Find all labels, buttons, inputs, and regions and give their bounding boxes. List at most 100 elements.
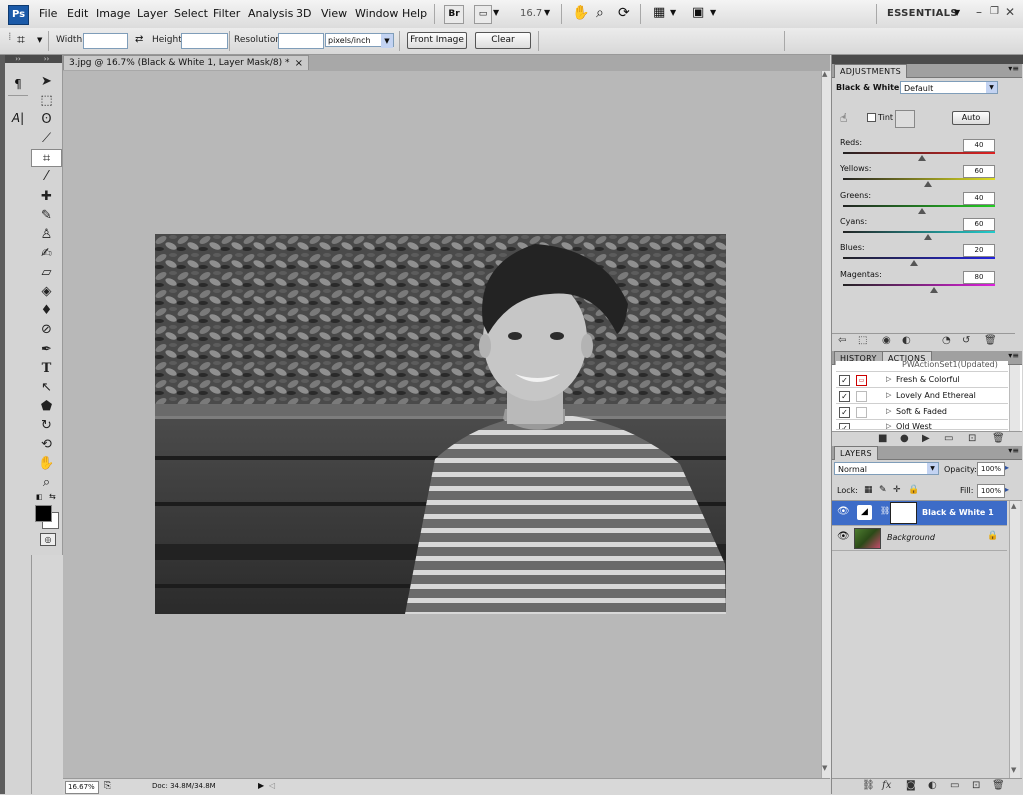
scroll-down-icon[interactable]: ▼: [1011, 766, 1016, 774]
lock-transparency-icon[interactable]: ▦: [864, 485, 873, 495]
status-zoom-field[interactable]: 16.67%: [65, 781, 99, 794]
dialog-toggle-empty[interactable]: [856, 407, 867, 418]
visibility-icon[interactable]: ◐: [902, 335, 911, 346]
menu-3d[interactable]: 3D: [296, 7, 311, 20]
tab-layers[interactable]: LAYERS: [834, 446, 878, 460]
width-input[interactable]: [83, 33, 128, 49]
slider-track[interactable]: [843, 178, 995, 181]
layer-name[interactable]: Black & White 1: [922, 508, 994, 517]
chevron-down-icon[interactable]: ▼: [544, 8, 550, 17]
reset-icon[interactable]: ↺: [962, 335, 970, 346]
quick-mask-icon[interactable]: ◎: [40, 533, 56, 546]
link-icon[interactable]: ⛓: [880, 506, 890, 515]
panel-menu-icon[interactable]: ▾≡: [1008, 64, 1019, 73]
panel-menu-icon[interactable]: ▾≡: [1008, 351, 1019, 360]
chevron-down-icon[interactable]: ▼: [381, 34, 393, 48]
chevron-down-icon[interactable]: ▼: [954, 8, 960, 17]
dodge-tool-icon[interactable]: ⊘: [31, 321, 62, 339]
close-tab-icon[interactable]: ×: [295, 56, 303, 71]
paragraph-panel-icon[interactable]: ¶: [5, 77, 31, 91]
action-toggle-check[interactable]: ✓: [839, 391, 850, 402]
canvas-vertical-scrollbar[interactable]: ▲ ▼: [821, 70, 831, 778]
zoom-level[interactable]: 16.7: [520, 8, 542, 19]
eye-icon[interactable]: 👁: [837, 506, 850, 517]
lock-pixels-icon[interactable]: ✎: [879, 485, 887, 495]
layers-scrollbar[interactable]: ▲ ▼: [1009, 501, 1020, 779]
action-item[interactable]: ✓ ▷ Lovely And Ethereal: [836, 388, 1008, 404]
scroll-up-icon[interactable]: ▲: [822, 70, 827, 78]
quick-selection-tool-icon[interactable]: ⟋: [31, 130, 62, 148]
layer-name[interactable]: Background: [887, 533, 935, 542]
new-action-icon[interactable]: ⊡: [968, 433, 976, 444]
panel-menu-icon[interactable]: ▾≡: [1008, 446, 1019, 455]
chevron-down-icon[interactable]: ▼: [493, 8, 499, 17]
dialog-toggle-empty[interactable]: [856, 391, 867, 402]
character-panel-icon[interactable]: A|: [5, 111, 31, 125]
document-tab[interactable]: 3.jpg @ 16.7% (Black & White 1, Layer Ma…: [63, 55, 309, 70]
menu-edit[interactable]: Edit: [67, 7, 88, 20]
layer-mask-thumbnail[interactable]: [890, 502, 917, 524]
swap-dimensions-icon[interactable]: ⇄: [135, 34, 143, 45]
chevron-right-icon[interactable]: ▸: [1005, 463, 1009, 472]
screen-mode-icon[interactable]: ▭: [474, 5, 492, 24]
chevron-down-icon[interactable]: ▼: [670, 8, 676, 17]
actions-scrollbar[interactable]: [1009, 365, 1020, 431]
action-item[interactable]: ✓ ▷ Old West: [836, 420, 1008, 430]
chevron-down-icon[interactable]: ▼: [927, 463, 938, 474]
status-doc-icon[interactable]: ⎘: [104, 781, 111, 791]
slider-track[interactable]: [843, 230, 995, 233]
blend-mode-select[interactable]: Normal ▼: [834, 462, 939, 475]
auto-button[interactable]: Auto: [952, 111, 990, 125]
slider-track[interactable]: [843, 283, 995, 286]
expand-icon[interactable]: ▷: [886, 388, 891, 403]
opacity-field[interactable]: 100%: [977, 462, 1005, 476]
stop-icon[interactable]: ■: [878, 433, 887, 444]
shape-tool-icon[interactable]: ⬟: [31, 398, 62, 416]
tools-panel-header[interactable]: ››: [31, 55, 62, 63]
crop-tool-icon[interactable]: ⌗: [17, 32, 25, 48]
pen-tool-icon[interactable]: ✒: [31, 341, 62, 359]
chevron-down-icon[interactable]: ▼: [37, 36, 42, 44]
panel-strip-header[interactable]: ››: [5, 55, 31, 63]
tint-checkbox[interactable]: [867, 113, 876, 122]
3d-orbit-tool-icon[interactable]: ⟲: [31, 436, 62, 454]
link-layers-icon[interactable]: ⛓: [862, 780, 875, 791]
layer-row-background[interactable]: 👁 Background 🔒: [832, 526, 1007, 551]
new-layer-icon[interactable]: ⊡: [972, 780, 980, 791]
document-image[interactable]: [155, 234, 726, 614]
crop-tool-icon[interactable]: ⌗: [31, 149, 62, 167]
paint-bucket-tool-icon[interactable]: ◈: [31, 283, 62, 301]
path-selection-tool-icon[interactable]: ↖: [31, 379, 62, 397]
preset-select[interactable]: Default ▼: [900, 81, 998, 94]
layer-style-icon[interactable]: fx: [882, 780, 891, 791]
scroll-down-icon[interactable]: ▼: [822, 764, 827, 772]
bridge-button[interactable]: Br: [444, 5, 464, 24]
resolution-unit-select[interactable]: pixels/inch ▼: [325, 33, 394, 48]
slider-value-input[interactable]: 60: [963, 217, 995, 231]
scroll-up-icon[interactable]: ▲: [1011, 502, 1016, 510]
menu-analysis[interactable]: Analysis: [248, 7, 293, 20]
expand-icon[interactable]: ▷: [886, 372, 891, 387]
layer-thumbnail[interactable]: [854, 528, 881, 549]
scroll-left-icon[interactable]: ◁: [269, 781, 275, 790]
slider-track[interactable]: [843, 257, 995, 260]
slider-value-input[interactable]: 40: [963, 139, 995, 152]
height-input[interactable]: [181, 33, 228, 49]
default-colors-icon[interactable]: ◧: [36, 493, 43, 501]
action-set-row[interactable]: PWActionSet1(Updated): [836, 361, 1008, 372]
hand-icon[interactable]: ✋: [572, 5, 589, 21]
menu-window[interactable]: Window: [355, 7, 398, 20]
healing-brush-tool-icon[interactable]: ✚: [31, 188, 62, 206]
dock-header[interactable]: [832, 55, 1023, 64]
chevron-down-icon[interactable]: ▼: [710, 8, 716, 17]
clone-stamp-tool-icon[interactable]: ♙: [31, 226, 62, 244]
slider-value-input[interactable]: 20: [963, 244, 995, 258]
chevron-down-icon[interactable]: ▼: [986, 82, 997, 93]
menu-filter[interactable]: Filter: [213, 7, 240, 20]
type-tool-icon[interactable]: T: [31, 360, 62, 378]
expand-icon[interactable]: ▷: [886, 404, 891, 419]
new-adjustment-icon[interactable]: ◐: [928, 780, 937, 791]
add-mask-icon[interactable]: ◙: [906, 780, 916, 791]
menu-image[interactable]: Image: [96, 7, 130, 20]
screen-mode-icon[interactable]: ▣: [692, 5, 704, 20]
